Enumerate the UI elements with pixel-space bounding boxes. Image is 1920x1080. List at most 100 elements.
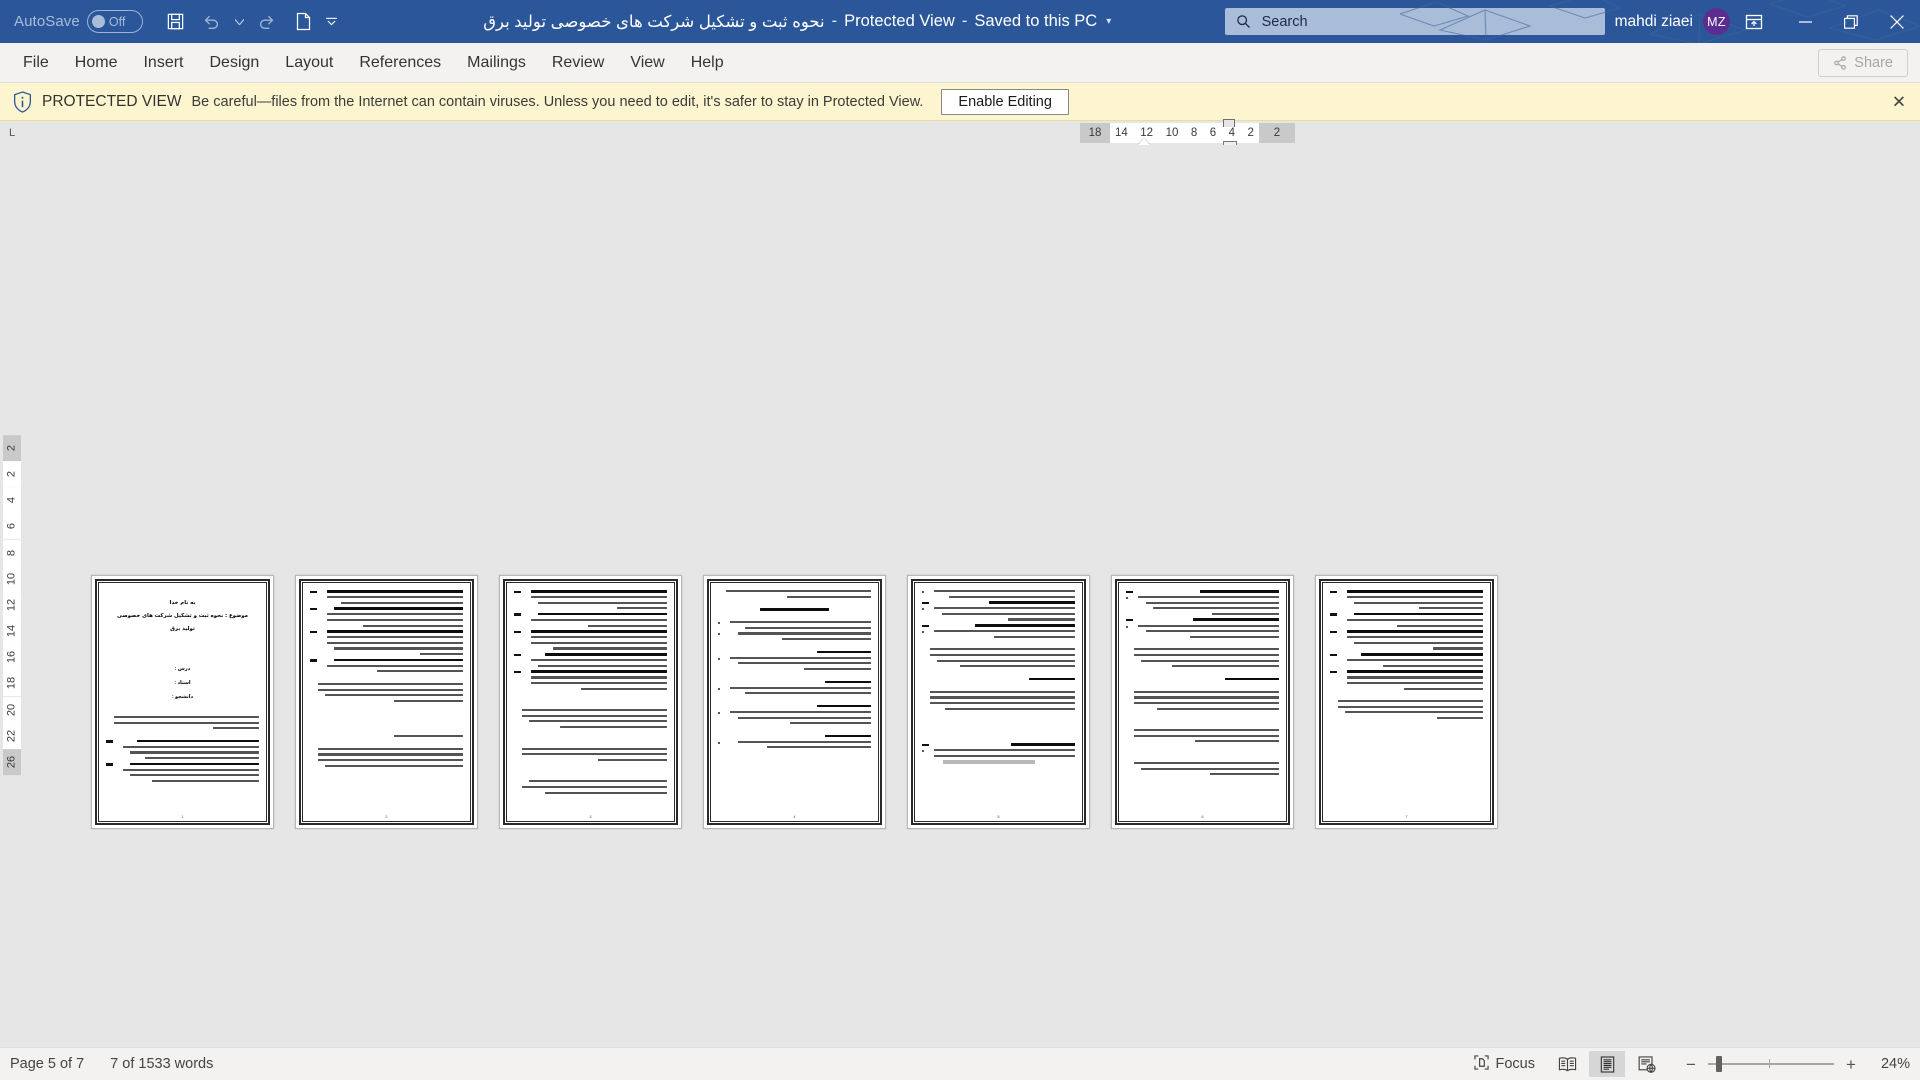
enable-editing-button[interactable]: Enable Editing bbox=[941, 88, 1069, 115]
document-page[interactable]: 3 bbox=[499, 575, 682, 829]
new-document-icon[interactable] bbox=[287, 6, 320, 38]
undo-icon[interactable] bbox=[195, 6, 228, 38]
tab-references[interactable]: References bbox=[346, 49, 454, 77]
ruler-number-2: 2 bbox=[1247, 127, 1254, 139]
status-bar-left: Page 5 of 7 7 of 1533 words bbox=[10, 1056, 213, 1072]
vertical-ruler[interactable]: 2 2 4 6 8 10 12 14 16 18 20 22 26 bbox=[0, 145, 24, 1047]
vruler-number-4: 4 bbox=[3, 487, 21, 514]
numbered-item bbox=[310, 607, 463, 630]
bullet-item bbox=[718, 621, 871, 632]
vruler-top-margin: 2 bbox=[3, 435, 21, 462]
tab-help[interactable]: Help bbox=[678, 49, 737, 77]
ruler-number-18: 18 bbox=[1088, 127, 1102, 139]
undo-dropdown-icon[interactable] bbox=[231, 6, 248, 38]
read-mode-icon[interactable] bbox=[1549, 1051, 1585, 1077]
vruler-number-2: 2 bbox=[3, 461, 21, 488]
search-input[interactable]: Search bbox=[1224, 8, 1605, 35]
page-content bbox=[718, 590, 871, 808]
protected-view-title: PROTECTED VIEW bbox=[42, 92, 182, 110]
customize-quick-access-toolbar-icon[interactable] bbox=[323, 6, 340, 38]
page-number: 1 bbox=[181, 815, 184, 819]
page-number: 3 bbox=[589, 815, 592, 819]
autosave-toggle[interactable]: Off bbox=[86, 10, 143, 33]
ribbon-tab-bar: File Home Insert Design Layout Reference… bbox=[0, 43, 1920, 83]
redo-icon[interactable] bbox=[251, 6, 284, 38]
tab-review[interactable]: Review bbox=[539, 49, 617, 77]
bullet-item bbox=[922, 590, 1075, 601]
paragraph bbox=[106, 716, 259, 730]
highlighted-text[interactable] bbox=[922, 760, 1075, 765]
ruler-number-14: 14 bbox=[1115, 127, 1128, 139]
tab-insert[interactable]: Insert bbox=[130, 49, 196, 77]
zoom-level-label[interactable]: 24% bbox=[1868, 1056, 1910, 1072]
document-page[interactable]: 4 bbox=[703, 575, 886, 829]
tab-view[interactable]: View bbox=[617, 49, 677, 77]
close-button[interactable] bbox=[1874, 0, 1920, 43]
focus-mode-button[interactable]: Focus bbox=[1464, 1051, 1546, 1077]
avatar[interactable]: MZ bbox=[1703, 8, 1730, 35]
status-bar-right: Focus − + 24% bbox=[1464, 1051, 1910, 1077]
title-line-1: به نام خدا bbox=[169, 600, 196, 606]
window-controls bbox=[1782, 0, 1920, 43]
protected-view-title-label: Protected View bbox=[844, 12, 955, 30]
bullet-item bbox=[718, 740, 871, 752]
document-page[interactable]: 5 bbox=[907, 575, 1090, 829]
tab-file[interactable]: File bbox=[10, 49, 62, 77]
page-content bbox=[1330, 590, 1483, 808]
minimize-button[interactable] bbox=[1782, 0, 1828, 43]
paragraph bbox=[514, 709, 667, 729]
paragraph bbox=[514, 780, 667, 794]
tab-mailings[interactable]: Mailings bbox=[454, 49, 539, 77]
ribbon-display-options-icon[interactable] bbox=[1734, 0, 1774, 43]
zoom-out-button[interactable]: − bbox=[1683, 1056, 1699, 1073]
shield-info-icon bbox=[8, 90, 36, 113]
document-page[interactable]: 7 bbox=[1315, 575, 1498, 829]
numbered-item bbox=[1330, 670, 1483, 693]
numbered-item bbox=[1330, 630, 1483, 653]
web-layout-icon[interactable] bbox=[1629, 1051, 1665, 1077]
print-layout-icon[interactable] bbox=[1589, 1051, 1625, 1077]
word-count[interactable]: 7 of 1533 words bbox=[110, 1056, 213, 1072]
save-icon[interactable] bbox=[159, 6, 192, 38]
page-number: 6 bbox=[1201, 815, 1204, 819]
horizontal-ruler[interactable]: 18 14 12 10 8 6 4 2 2 bbox=[1080, 119, 1295, 147]
autosave-state-label: Off bbox=[108, 14, 126, 29]
numbered-item bbox=[106, 762, 259, 786]
page-indicator[interactable]: Page 5 of 7 bbox=[10, 1056, 84, 1072]
hanging-indent-marker[interactable] bbox=[1223, 119, 1235, 127]
status-bar: Page 5 of 7 7 of 1533 words Focus − + 24… bbox=[0, 1047, 1920, 1080]
paragraph bbox=[922, 648, 1075, 668]
autosave-group[interactable]: AutoSave Off bbox=[14, 10, 143, 33]
document-page[interactable]: به نام خدا موضوع : نحوه ثبت و تشکیل شرکت… bbox=[91, 575, 274, 829]
zoom-in-button[interactable]: + bbox=[1843, 1056, 1859, 1073]
field-course: درس : bbox=[174, 666, 191, 672]
zoom-slider-midpoint bbox=[1769, 1059, 1770, 1068]
sub-heading bbox=[922, 677, 1075, 681]
page-canvas[interactable]: به نام خدا موضوع : نحوه ثبت و تشکیل شرکت… bbox=[24, 145, 1920, 1047]
numbered-item bbox=[1330, 653, 1483, 670]
bullet-item bbox=[1126, 596, 1279, 618]
numbered-item bbox=[514, 670, 667, 693]
document-page[interactable]: 6 bbox=[1111, 575, 1294, 829]
title-line-3: تولید برق bbox=[170, 626, 195, 632]
vruler-number-16: 16 bbox=[3, 644, 21, 671]
tab-stop-selector[interactable]: L bbox=[0, 121, 24, 145]
title-chevron-down-icon[interactable]: ▾ bbox=[1106, 16, 1111, 27]
title-bar: AutoSave Off نحوه ثبت و تشکیل شرکت های خ… bbox=[0, 0, 1920, 43]
horizontal-ruler-left-margin: 18 bbox=[1080, 123, 1110, 143]
zoom-slider-thumb[interactable] bbox=[1716, 1056, 1722, 1072]
tab-design[interactable]: Design bbox=[196, 49, 272, 77]
tab-home[interactable]: Home bbox=[62, 49, 131, 77]
tab-layout[interactable]: Layout bbox=[272, 49, 346, 77]
zoom-slider[interactable] bbox=[1708, 1056, 1834, 1072]
autosave-label: AutoSave bbox=[14, 13, 80, 30]
close-banner-icon[interactable]: ✕ bbox=[1889, 93, 1909, 110]
share-button[interactable]: Share bbox=[1818, 49, 1908, 77]
save-state-label[interactable]: Saved to this PC bbox=[974, 12, 1097, 31]
vruler-number-10: 10 bbox=[3, 565, 21, 592]
bullet-item bbox=[922, 630, 1075, 641]
document-page[interactable]: 2 bbox=[295, 575, 478, 829]
first-line-indent-marker[interactable] bbox=[1138, 138, 1150, 145]
restore-button[interactable] bbox=[1828, 0, 1874, 43]
account-area[interactable]: mahdi ziaei MZ bbox=[1615, 8, 1730, 35]
